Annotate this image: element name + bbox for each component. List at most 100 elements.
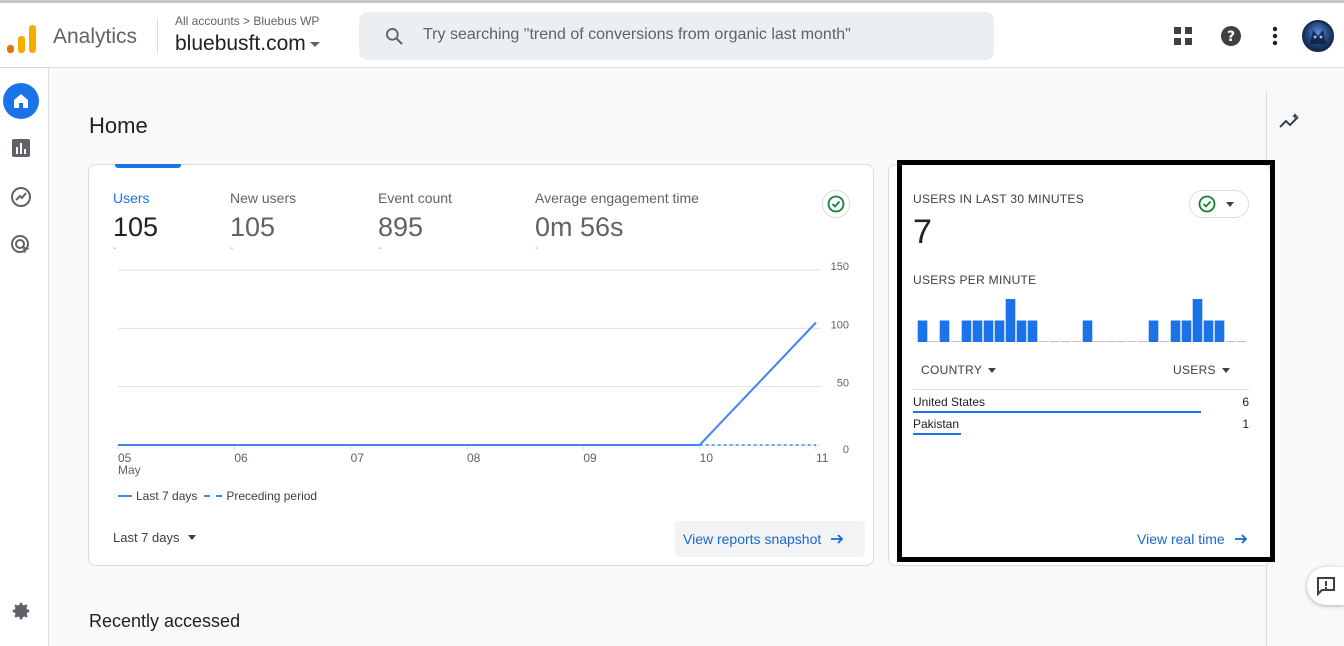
- realtime-quality-dropdown[interactable]: [1189, 190, 1249, 218]
- minute-bar-empty: [928, 341, 939, 342]
- explore-icon: [11, 187, 31, 207]
- minute-bar-empty: [1137, 341, 1148, 342]
- analytics-logo[interactable]: [7, 21, 37, 53]
- chart-legend: Last 7 days Preceding period: [118, 489, 317, 503]
- search-icon: [386, 28, 403, 45]
- date-range-label: Last 7 days: [113, 530, 180, 545]
- column-country-label: COUNTRY: [921, 363, 983, 377]
- view-real-time-link[interactable]: View real time: [1137, 531, 1249, 547]
- nav-home[interactable]: [3, 83, 39, 119]
- feedback-button[interactable]: [1307, 567, 1344, 605]
- row-share-bar: [913, 433, 962, 435]
- x-sublabel: May: [118, 463, 141, 477]
- realtime-card: USERS IN LAST 30 MINUTES 7 USERS PER MIN…: [888, 164, 1271, 566]
- home-icon: [14, 94, 28, 108]
- settings-icon: [12, 602, 30, 620]
- help-icon[interactable]: ?: [1219, 24, 1243, 48]
- table-row[interactable]: Pakistan 1: [913, 413, 1249, 435]
- y-tick-label: 50: [837, 378, 849, 390]
- legend-swatch-current: [118, 495, 132, 497]
- minute-bar: [1148, 320, 1159, 342]
- nav-explore[interactable]: [9, 185, 33, 209]
- page-title: Home: [89, 113, 148, 138]
- x-tick-label: 08: [467, 451, 481, 465]
- line-chart: 05010015005 06 07 08 09 10 11May: [117, 261, 849, 477]
- column-users-label: USERS: [1173, 363, 1216, 377]
- per-minute-bar-chart: [917, 299, 1247, 342]
- feedback-icon: [1316, 577, 1335, 596]
- x-tick-label: 10: [700, 451, 714, 465]
- chevron-down-icon: [309, 41, 320, 47]
- property-selector[interactable]: bluebusft.com: [175, 32, 320, 56]
- arrow-drop-down-icon: [187, 535, 196, 540]
- row-users: 6: [1242, 395, 1249, 409]
- minute-bar-empty: [1071, 341, 1082, 342]
- arrow-right-icon: [831, 534, 844, 544]
- arrow-drop-down-icon: [1221, 367, 1230, 373]
- top-bar: Analytics All accounts > Bluebus WP blue…: [0, 0, 1344, 68]
- property-name: bluebusft.com: [175, 32, 306, 55]
- minute-bar: [961, 320, 972, 342]
- minute-bar: [983, 320, 994, 342]
- minute-bar-empty: [1159, 341, 1170, 342]
- row-country: Pakistan: [913, 417, 960, 431]
- minute-bar: [1082, 320, 1093, 342]
- nav-reports[interactable]: [9, 136, 33, 160]
- minute-bar-empty: [1038, 341, 1049, 342]
- arrow-right-icon: [1234, 534, 1247, 544]
- minute-bar: [1192, 299, 1203, 342]
- view-real-time-label: View real time: [1137, 531, 1225, 547]
- recently-accessed-heading: Recently accessed: [89, 611, 241, 631]
- column-users[interactable]: USERS: [1173, 363, 1230, 377]
- minute-bar-empty: [1060, 341, 1071, 342]
- minute-bar: [1005, 299, 1016, 342]
- divider: [157, 18, 158, 54]
- x-tick-label: 07: [351, 451, 365, 465]
- minute-bar-empty: [1236, 341, 1247, 342]
- y-tick-label: 0: [843, 444, 849, 456]
- nav-settings[interactable]: [9, 599, 33, 623]
- y-tick-label: 150: [831, 261, 849, 273]
- grid-icon[interactable]: [1171, 24, 1195, 48]
- search-bar[interactable]: Try searching "trend of conversions from…: [359, 12, 994, 60]
- row-users: 1: [1242, 417, 1249, 431]
- overview-card: Users 105 - New users 105 - Event count …: [88, 164, 874, 566]
- minute-bar: [1181, 320, 1192, 342]
- minute-bar: [1214, 320, 1225, 342]
- nav-advertising[interactable]: [9, 233, 33, 257]
- insights-icon[interactable]: [1278, 110, 1302, 134]
- avatar[interactable]: [1302, 20, 1334, 52]
- minute-bar: [972, 320, 983, 342]
- check-circle-icon: [1198, 195, 1216, 213]
- minute-bar: [1170, 320, 1181, 342]
- left-nav: [0, 68, 49, 646]
- legend-swatch-previous: [204, 495, 223, 497]
- minute-bar: [1203, 320, 1214, 342]
- legend-current: Last 7 days: [136, 489, 198, 503]
- minute-bar-empty: [1126, 341, 1137, 342]
- more-vert-icon[interactable]: [1263, 24, 1287, 48]
- breadcrumb[interactable]: All accounts > Bluebus WP: [175, 14, 319, 28]
- minute-bar-empty: [1093, 341, 1104, 342]
- minute-bar-empty: [950, 341, 961, 342]
- legend-previous: Preceding period: [226, 489, 318, 503]
- row-country: United States: [913, 395, 986, 409]
- svg-text:?: ?: [1227, 29, 1235, 45]
- app-name: Analytics: [53, 25, 138, 48]
- minute-bar-empty: [1104, 341, 1115, 342]
- x-tick-label: 11: [816, 451, 829, 465]
- per-minute-label: USERS PER MINUTE: [913, 273, 1037, 287]
- minute-bar-empty: [1115, 341, 1126, 342]
- table-divider: [913, 389, 1249, 390]
- column-country[interactable]: COUNTRY: [921, 363, 997, 377]
- minute-bar: [1016, 320, 1027, 342]
- table-row[interactable]: United States 6: [913, 391, 1249, 413]
- minute-bar: [994, 320, 1005, 342]
- y-tick-label: 100: [831, 319, 849, 331]
- minute-bar-empty: [1049, 341, 1060, 342]
- view-reports-snapshot-link[interactable]: View reports snapshot: [675, 521, 865, 557]
- realtime-title: USERS IN LAST 30 MINUTES: [913, 192, 1085, 206]
- minute-bar-empty: [1225, 341, 1236, 342]
- series-line-current: [118, 321, 817, 446]
- date-range-selector[interactable]: Last 7 days: [113, 530, 196, 545]
